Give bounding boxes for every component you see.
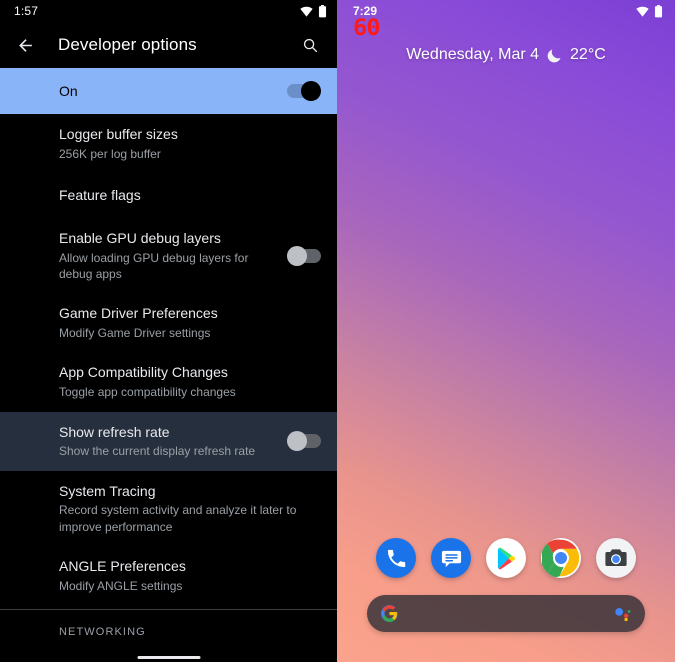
camera-icon (605, 549, 627, 566)
message-bubble-icon (441, 550, 461, 567)
pref-text: ANGLE Preferences Modify ANGLE settings (59, 557, 321, 594)
toolbar: Developer options (0, 22, 337, 68)
pref-text: Enable GPU debug layers Allow loading GP… (59, 229, 287, 282)
battery-icon (654, 4, 663, 17)
status-bar-clock: 1:57 (14, 4, 39, 18)
battery-icon (318, 4, 327, 17)
google-assistant-icon[interactable] (614, 606, 632, 622)
pref-title: Feature flags (59, 187, 141, 204)
camera-app-icon[interactable] (596, 538, 636, 578)
pref-angle-preferences[interactable]: ANGLE Preferences Modify ANGLE settings (0, 546, 337, 605)
pref-title: Enable GPU debug layers (59, 230, 221, 247)
back-button[interactable] (12, 32, 38, 58)
pref-text: Show refresh rate Show the current displ… (59, 423, 287, 460)
pref-logger-buffer-sizes[interactable]: Logger buffer sizes 256K per log buffer (0, 114, 337, 173)
pref-enable-gpu-debug-layers[interactable]: Enable GPU debug layers Allow loading GP… (0, 218, 337, 293)
pref-title: Game Driver Preferences (59, 305, 218, 322)
pref-title: Logger buffer sizes (59, 126, 178, 142)
pref-feature-flags[interactable]: Feature flags (0, 173, 337, 218)
dual-screen-comparison: 1:57 Developer options On Logger buffer … (0, 0, 675, 662)
date-label: Wednesday, Mar 4 (406, 46, 540, 63)
arrow-back-icon (18, 38, 32, 52)
app-dock (337, 538, 675, 578)
pref-summary: Allow loading GPU debug layers for debug… (59, 250, 249, 282)
pref-title: App Compatibility Changes (59, 364, 228, 381)
messages-app-icon[interactable] (431, 538, 471, 578)
status-bar-icons (636, 4, 663, 18)
wifi-icon (300, 6, 313, 17)
master-switch-label: On (59, 83, 78, 99)
phone-handset-icon (387, 549, 405, 567)
pref-summary: Show the current display refresh rate (59, 444, 256, 459)
pref-game-driver-preferences[interactable]: Game Driver Preferences Modify Game Driv… (0, 293, 337, 352)
toggle-thumb (301, 81, 321, 101)
pref-summary: 256K per log buffer (59, 146, 161, 161)
date-weather-widget[interactable]: Wednesday, Mar 4 22°C (337, 46, 675, 64)
pref-show-refresh-rate[interactable]: Show refresh rate Show the current displ… (0, 411, 337, 471)
pref-summary: Modify Game Driver settings (59, 326, 211, 341)
home-screen: 7:29 60 Wednesday, Mar 4 22°C (337, 0, 675, 662)
master-switch-toggle[interactable] (287, 81, 321, 101)
gpu-debug-layers-toggle[interactable] (287, 245, 321, 266)
page-title: Developer options (58, 35, 197, 54)
pref-text: Game Driver Preferences Modify Game Driv… (59, 304, 321, 341)
play-triangle-icon (497, 547, 515, 569)
chrome-logo-icon (542, 539, 580, 577)
preferences-list: Logger buffer sizes 256K per log buffer … (0, 114, 337, 642)
show-refresh-rate-toggle[interactable] (287, 431, 321, 452)
status-bar: 1:57 (0, 0, 337, 22)
refresh-rate-overlay: 60 (353, 16, 381, 41)
pref-summary: Record system activity and analyze it la… (59, 503, 297, 534)
temperature-label: 22°C (570, 46, 606, 63)
developer-options-master-switch-row[interactable]: On (0, 68, 337, 114)
pref-summary: Modify ANGLE settings (59, 578, 183, 593)
pref-system-tracing[interactable]: System Tracing Record system activity an… (0, 471, 337, 546)
google-search-bar[interactable] (367, 595, 645, 632)
play-store-app-icon[interactable] (486, 538, 526, 578)
toggle-thumb (287, 431, 307, 452)
pref-title: System Tracing (59, 482, 156, 499)
status-bar: 7:29 (337, 0, 675, 22)
chrome-app-icon[interactable] (541, 538, 581, 578)
wifi-icon (636, 6, 649, 17)
gesture-navigation-bar[interactable] (137, 656, 200, 659)
pref-text: System Tracing Record system activity an… (59, 482, 321, 535)
status-bar-icons (300, 4, 327, 18)
pref-text: Feature flags (59, 186, 321, 205)
search-icon (303, 38, 317, 52)
search-button[interactable] (297, 32, 323, 58)
phone-app-icon[interactable] (376, 538, 416, 578)
pref-summary: Toggle app compatibility changes (59, 385, 236, 400)
pref-title: Show refresh rate (59, 423, 170, 440)
pref-text: App Compatibility Changes Toggle app com… (59, 363, 321, 400)
toggle-thumb (287, 245, 307, 266)
pref-title: ANGLE Preferences (59, 557, 186, 574)
google-g-icon (381, 605, 398, 622)
pref-text: Logger buffer sizes 256K per log buffer (59, 125, 321, 162)
crescent-moon-icon (547, 49, 561, 62)
pref-app-compatibility-changes[interactable]: App Compatibility Changes Toggle app com… (0, 352, 337, 411)
section-header-networking: NETWORKING (59, 625, 146, 638)
developer-options-screen: 1:57 Developer options On Logger buffer … (0, 0, 337, 662)
